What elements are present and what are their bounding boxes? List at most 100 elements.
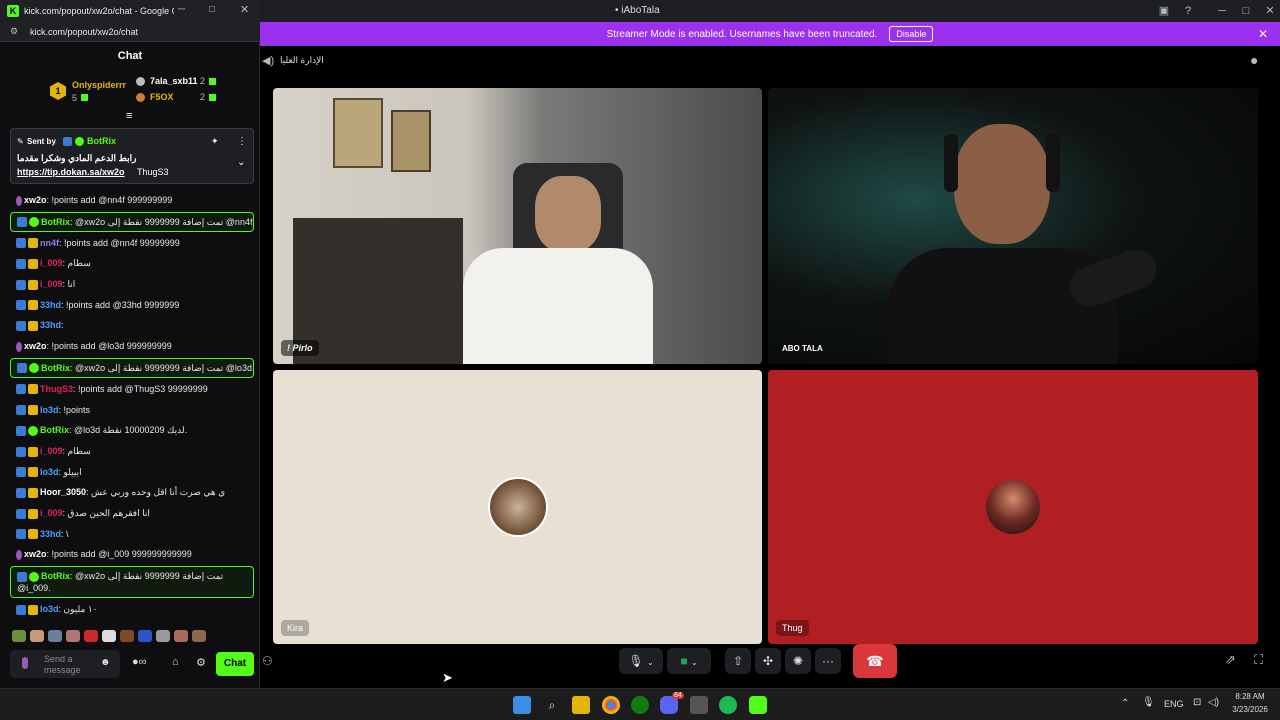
- emote-icon[interactable]: [192, 630, 206, 642]
- chevron-down-icon[interactable]: ⌄: [237, 157, 245, 168]
- close-button[interactable]: ✕: [240, 3, 249, 16]
- emote-icon[interactable]: [66, 630, 80, 642]
- disable-streamer-mode-button[interactable]: Disable: [889, 26, 934, 42]
- chat-username[interactable]: i_009: [40, 258, 63, 268]
- points-icon[interactable]: ●∞: [132, 656, 147, 668]
- clock-date[interactable]: 3/23/2026: [1228, 705, 1272, 714]
- emote-icon[interactable]: [120, 630, 134, 642]
- video-tile-abo-tala[interactable]: ABO TALA: [768, 88, 1258, 364]
- maximize-button[interactable]: □: [1238, 3, 1254, 19]
- file-explorer-icon[interactable]: [572, 696, 590, 714]
- crown-badge-icon: [28, 238, 38, 249]
- video-tile-pirlo[interactable]: ! Pirlo: [273, 88, 762, 364]
- screen-share-button[interactable]: ⇧: [725, 648, 751, 674]
- close-button[interactable]: ✕: [1262, 3, 1278, 19]
- chat-username[interactable]: xw2o: [24, 341, 47, 351]
- activities-button[interactable]: ✣: [755, 648, 781, 674]
- video-tile-thug[interactable]: Thug: [768, 370, 1258, 644]
- soundboard-button[interactable]: ✺: [785, 648, 811, 674]
- xbox-icon[interactable]: [631, 696, 649, 714]
- more-vertical-icon[interactable]: ⋮: [237, 136, 247, 147]
- chat-username[interactable]: i_009: [40, 279, 63, 289]
- add-person-icon[interactable]: ⚇: [262, 654, 273, 668]
- chat-username[interactable]: 33hd: [40, 529, 61, 539]
- chat-message: xw2o: !points add @i_009 999999999999: [10, 544, 254, 565]
- network-icon[interactable]: ⊡: [1193, 697, 1201, 708]
- emote-icon[interactable]: [138, 630, 152, 642]
- settings-gear-icon[interactable]: ⚙: [196, 656, 206, 669]
- maximize-button[interactable]: □: [209, 4, 215, 15]
- popout-icon[interactable]: ⇗: [1225, 652, 1236, 668]
- inbox-icon[interactable]: ▣: [1156, 3, 1172, 19]
- chat-username[interactable]: lo3d: [40, 405, 59, 415]
- emote-icon[interactable]: [30, 630, 44, 642]
- chat-username[interactable]: BotRix: [40, 425, 69, 435]
- search-icon[interactable]: ⌕: [543, 696, 561, 714]
- windows-start-icon[interactable]: [513, 696, 531, 714]
- chat-username[interactable]: ThugS3: [40, 384, 73, 394]
- chevron-down-icon[interactable]: ⌄: [691, 658, 698, 667]
- poster-right: [391, 110, 431, 172]
- chevron-down-icon[interactable]: ⌄: [647, 658, 654, 667]
- chat-username[interactable]: lo3d: [40, 467, 59, 477]
- emote-icon[interactable]: [102, 630, 116, 642]
- microphone-toggle[interactable]: 🎙 ⌄: [619, 648, 663, 674]
- collapse-leaderboard-icon[interactable]: ≡: [126, 110, 132, 122]
- chevron-up-icon[interactable]: ⌃: [1121, 698, 1129, 709]
- chat-username[interactable]: BotRix: [41, 571, 70, 581]
- kick-app-icon[interactable]: [749, 696, 767, 714]
- kira-avatar: [487, 477, 548, 537]
- unpin-icon[interactable]: ✦: [211, 136, 219, 147]
- fullscreen-icon[interactable]: ⛶: [1254, 652, 1263, 668]
- mouse-cursor-icon: ➤: [442, 670, 453, 685]
- chat-username[interactable]: i_009: [40, 508, 63, 518]
- minimize-button[interactable]: ─: [178, 4, 185, 15]
- emote-icon[interactable]: [84, 630, 98, 642]
- spotify-icon[interactable]: [719, 696, 737, 714]
- chat-username[interactable]: 33hd: [40, 320, 61, 330]
- minimize-button[interactable]: ─: [1214, 3, 1230, 19]
- chat-username[interactable]: nn4f: [40, 238, 59, 248]
- message-input[interactable]: Send a message ☻: [10, 650, 120, 678]
- address-bar[interactable]: ⚙ kick.com/popout/xw2o/chat: [0, 22, 260, 42]
- chat-username[interactable]: lo3d: [40, 604, 59, 614]
- emoji-icon[interactable]: ☻: [100, 657, 111, 668]
- disconnect-button[interactable]: ☎: [853, 644, 897, 678]
- app-icon[interactable]: [690, 696, 708, 714]
- emote-icon[interactable]: [174, 630, 188, 642]
- verified-icon: [75, 137, 84, 146]
- chat-username[interactable]: 33hd: [40, 300, 61, 310]
- chat-username[interactable]: Hoor_3050: [40, 487, 86, 497]
- chat-message-list: xw2o: !points add @nn4f 999999999 BotRix:…: [10, 190, 254, 620]
- chat-username[interactable]: BotRix: [41, 363, 70, 373]
- gift-shop-icon[interactable]: ⌂: [172, 656, 179, 668]
- verified-icon: [29, 571, 39, 582]
- emote-icon[interactable]: [156, 630, 170, 642]
- kick-badge-icon: [16, 405, 26, 416]
- chat-bubble-icon[interactable]: ●: [1250, 52, 1258, 68]
- site-info-icon[interactable]: ⚙: [10, 26, 18, 37]
- camera-toggle[interactable]: ■ ⌄: [667, 648, 711, 674]
- recent-emotes-bar: [10, 628, 254, 644]
- microphone-tray-icon[interactable]: 🎙: [1142, 697, 1155, 708]
- discord-window: • iAboTala ▣ ? ─ □ ✕ Streamer Mode is en…: [260, 0, 1280, 688]
- tip-link[interactable]: https://tip.dokan.sa/xw2o: [17, 167, 125, 177]
- chrome-icon[interactable]: [602, 696, 620, 714]
- video-tile-kira[interactable]: Kira: [273, 370, 762, 644]
- chat-username[interactable]: xw2o: [24, 195, 47, 205]
- send-chat-button[interactable]: Chat: [216, 652, 254, 676]
- emote-icon[interactable]: [48, 630, 62, 642]
- volume-icon[interactable]: ◁): [1208, 697, 1219, 708]
- chat-message: lo3d: ابييلو: [10, 462, 254, 483]
- banner-close-icon[interactable]: ✕: [1258, 27, 1268, 41]
- more-options-button[interactable]: ···: [815, 648, 841, 674]
- chrome-popup-window: K kick.com/popout/xw2o/chat - Google C..…: [0, 0, 260, 688]
- chat-username[interactable]: BotRix: [41, 217, 70, 227]
- clock-time[interactable]: 8:28 AM: [1230, 692, 1270, 701]
- emote-icon[interactable]: [12, 630, 26, 642]
- help-icon[interactable]: ?: [1180, 3, 1196, 19]
- language-indicator[interactable]: ENG: [1164, 699, 1184, 709]
- soundboard-icon: ✺: [792, 654, 804, 668]
- chat-username[interactable]: xw2o: [24, 549, 47, 559]
- chat-username[interactable]: i_009: [40, 446, 63, 456]
